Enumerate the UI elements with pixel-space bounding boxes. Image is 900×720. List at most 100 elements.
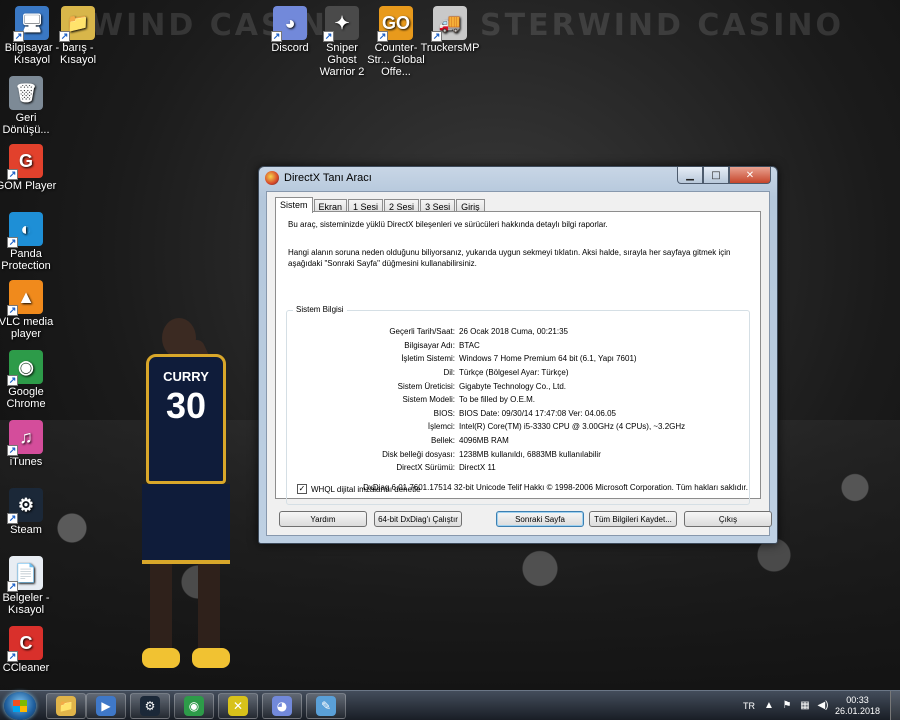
info-row: Geçerli Tarih/Saat: 26 Ocak 2018 Cuma, 00… (287, 325, 749, 339)
shortcut-arrow-icon: ↗ (7, 445, 18, 456)
desktop-icon-gom-player[interactable]: G ↗ GOM Player (0, 144, 58, 192)
explorer-icon: 📁 (56, 696, 76, 716)
recycle-bin-icon: 🗑 (9, 76, 43, 110)
desktop-icon-label: Geri Dönüşü... (2, 112, 50, 136)
taskbar-button-directx[interactable]: ✕ (218, 693, 258, 719)
info-value: BIOS Date: 09/30/14 17:47:08 Ver: 04.06.… (459, 408, 617, 418)
desktop-icon-belgeler[interactable]: 📄 ↗ Belgeler - Kısayol (0, 556, 58, 616)
taskbar-button-steam[interactable]: ⚙ (130, 693, 170, 719)
taskbar-button-chrome[interactable]: ◉ (174, 693, 214, 719)
sniper-game-icon: ✦ ↗ (323, 6, 359, 42)
next-page-button[interactable]: Sonraki Sayfa (496, 511, 584, 527)
clock-time: 00:33 (846, 695, 869, 705)
shortcut-arrow-icon: ↗ (377, 31, 388, 42)
discord-icon: ◕ ↗ (271, 6, 307, 42)
info-row: İşlemci: Intel(R) Core(TM) i5-3330 CPU @ … (287, 420, 749, 434)
info-row: Bilgisayar Adı: BTAC (287, 339, 749, 353)
info-row: Disk belleği dosyası: 1238MB kullanıldı, … (287, 447, 749, 461)
desktop-icon-label: barış - Kısayol (59, 42, 97, 66)
paint-icon: ✎ (316, 696, 336, 716)
group-title: Sistem Bilgisi (293, 305, 347, 314)
directx-window[interactable]: DirectX Tanı Aracı ▁ □ ✕ Sistem Ekran 1 … (258, 166, 778, 544)
info-label: BIOS: (433, 408, 455, 418)
shortcut-arrow-icon: ↗ (13, 31, 24, 42)
info-value: Türkçe (Bölgesel Ayar: Türkçe) (459, 368, 569, 378)
steam-icon: ⚙ ↗ (7, 488, 43, 524)
shortcut-arrow-icon: ↗ (59, 31, 70, 42)
media-icon: ▶ (96, 696, 116, 716)
chrome-icon: ◉ (184, 696, 204, 716)
tab-sistem[interactable]: Sistem (275, 197, 313, 213)
desktop-icon-label: GOM Player (0, 180, 57, 192)
taskbar-button-explorer[interactable]: 📁 (46, 693, 86, 719)
maximize-icon: □ (711, 169, 721, 181)
maximize-button[interactable]: □ (703, 167, 729, 184)
desktop-icon-label: TruckersMP (420, 42, 480, 54)
info-row: Sistem Modeli: To be filled by O.E.M. (287, 393, 749, 407)
whql-checkbox[interactable]: ✓ (297, 484, 307, 494)
show-desktop-button[interactable] (890, 691, 900, 720)
close-button[interactable]: ✕ (729, 167, 771, 184)
chrome-icon: ◉ ↗ (7, 350, 43, 386)
jersey-name: CURRY (163, 369, 209, 384)
window-client: Sistem Ekran 1 Sesi 2 Sesi 3 Sesi Giriş … (266, 191, 772, 536)
steam-icon: ⚙ (140, 696, 160, 716)
taskbar-button-paint[interactable]: ✎ (306, 693, 346, 719)
desktop-icon-chrome[interactable]: ◉ ↗ Google Chrome (0, 350, 58, 410)
desktop-icon-ccleaner[interactable]: C ↗ CCleaner (0, 626, 58, 674)
desktop-icon-label: Steam (10, 524, 42, 536)
shortcut-arrow-icon: ↗ (7, 651, 18, 662)
info-value: DirectX 11 (459, 463, 496, 473)
info-row: Bellek: 4096MB RAM (287, 434, 749, 448)
desktop-icon-label: CCleaner (2, 662, 50, 674)
show-hidden-icons-icon[interactable]: ▲ (763, 700, 775, 712)
desktop-icon-vlc[interactable]: ▲ ↗ VLC media player (0, 280, 58, 340)
gom-player-icon: G ↗ (7, 144, 43, 180)
truck-icon: 🚚 ↗ (431, 6, 467, 42)
tab-panel-sistem: Bu araç, sisteminizde yüklü DirectX bile… (275, 211, 761, 505)
folder-icon: 📁 ↗ (59, 6, 95, 42)
info-row: İşletim Sistemi: Windows 7 Home Premium 6… (287, 352, 749, 366)
desktop-icon-label: VLC media player (0, 316, 54, 340)
save-all-button[interactable]: Tüm Bilgileri Kaydet... (589, 511, 677, 527)
desktop-icon-label: Google Chrome (6, 386, 46, 410)
desktop-icon-truckersmp[interactable]: 🚚 ↗ TruckersMP (418, 6, 482, 54)
run-64bit-button[interactable]: 64-bit DxDiag'ı Çalıştır (374, 511, 462, 527)
shortcut-arrow-icon: ↗ (431, 31, 442, 42)
help-button[interactable]: Yardım (279, 511, 367, 527)
desktop-icon-panda[interactable]: ◐ ↗ Panda Protection (0, 212, 58, 272)
info-row: Sistem Üreticisi: Gigabyte Technology Co.… (287, 379, 749, 393)
window-titlebar[interactable]: DirectX Tanı Aracı ▁ □ ✕ (259, 167, 777, 189)
ccleaner-icon: C ↗ (7, 626, 43, 662)
wallpaper-player: CURRY 30 (132, 318, 242, 678)
action-center-flag-icon[interactable]: ⚑ (781, 700, 793, 712)
desktop-icon-steam[interactable]: ⚙ ↗ Steam (0, 488, 58, 536)
info-value: 1238MB kullanıldı, 6883MB kullanılabilir (459, 449, 601, 459)
clock-date: 26.01.2018 (834, 706, 880, 716)
exit-button[interactable]: Çıkış (684, 511, 772, 527)
language-indicator[interactable]: TR (743, 701, 755, 711)
instructions-text: Hangi alanın soruna neden olduğunu biliy… (288, 248, 731, 268)
desktop-icon-recycle-bin[interactable]: 🗑 Geri Dönüşü... (0, 76, 58, 136)
desktop-icon-itunes[interactable]: ♫ ↗ iTunes (0, 420, 58, 468)
document-icon: 📄 ↗ (7, 556, 43, 592)
clock[interactable]: 00:33 26.01.2018 (835, 695, 880, 717)
start-button[interactable] (4, 692, 36, 720)
discord-icon: ◕ (272, 696, 292, 716)
shortcut-arrow-icon: ↗ (271, 31, 282, 42)
minimize-button[interactable]: ▁ (677, 167, 703, 184)
desktop-icon-label: iTunes (9, 456, 43, 468)
info-label: Dil: (443, 368, 455, 378)
volume-icon[interactable]: ◀) (817, 700, 829, 712)
taskbar-button-discord[interactable]: ◕ (262, 693, 302, 719)
info-row: Dil: Türkçe (Bölgesel Ayar: Türkçe) (287, 366, 749, 380)
desktop-icon-baris[interactable]: 📁 ↗ barış - Kısayol (46, 6, 110, 66)
close-icon: ✕ (745, 169, 755, 181)
shortcut-arrow-icon: ↗ (7, 581, 18, 592)
system-info-group: Sistem Bilgisi Geçerli Tarih/Saat: 26 Oca… (286, 305, 750, 505)
itunes-icon: ♫ ↗ (7, 420, 43, 456)
info-value: BTAC (459, 340, 480, 350)
taskbar-button-media[interactable]: ▶ (86, 693, 126, 719)
csgo-icon: GO ↗ (377, 6, 413, 42)
network-icon[interactable]: ▦ (799, 700, 811, 712)
